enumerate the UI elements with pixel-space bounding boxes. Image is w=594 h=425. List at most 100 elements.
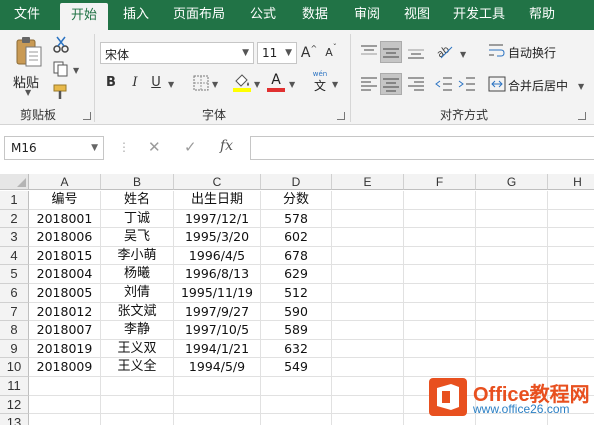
tab-page-layout[interactable]: 页面布局 xyxy=(164,0,234,30)
merge-center-button[interactable]: 合并后居中 xyxy=(508,77,568,94)
clipboard-dialog-launcher[interactable] xyxy=(83,112,91,120)
row-header-13[interactable]: 13 xyxy=(0,414,29,425)
column-header-h[interactable]: H xyxy=(548,174,594,190)
cell-e5[interactable] xyxy=(332,265,404,284)
cell-c2[interactable]: 1997/12/1 xyxy=(174,209,261,229)
cell-c5[interactable]: 1996/8/13 xyxy=(174,265,261,284)
cell-g2[interactable] xyxy=(476,209,548,229)
cell-d4[interactable]: 678 xyxy=(261,246,332,266)
cell-h3[interactable] xyxy=(548,228,594,247)
font-color-button[interactable]: A xyxy=(266,72,286,94)
cell-h2[interactable] xyxy=(548,210,594,229)
cell-b13[interactable] xyxy=(101,414,174,425)
cell-b6[interactable]: 刘倩 xyxy=(101,284,174,303)
cell-b5[interactable]: 杨曦 xyxy=(101,265,174,284)
cell-d2[interactable]: 578 xyxy=(261,209,332,229)
cell-c1[interactable]: 出生日期 xyxy=(174,191,261,210)
row-header-4[interactable]: 4 xyxy=(0,246,29,266)
cancel-icon[interactable]: ✕ xyxy=(148,138,161,156)
column-header-a[interactable]: A xyxy=(29,174,101,190)
cell-d11[interactable] xyxy=(261,377,332,396)
cell-e3[interactable] xyxy=(332,228,404,247)
align-middle-button[interactable] xyxy=(380,41,402,63)
cell-h9[interactable] xyxy=(548,340,594,359)
cell-c3[interactable]: 1995/3/20 xyxy=(174,228,261,247)
row-header-11[interactable]: 11 xyxy=(0,377,29,396)
tab-review[interactable]: 审阅 xyxy=(344,0,390,30)
cell-e12[interactable] xyxy=(332,395,404,415)
orientation-dropdown-arrow[interactable]: ▼ xyxy=(460,50,466,59)
phonetic-dropdown-arrow[interactable]: ▼ xyxy=(332,80,338,89)
cell-h6[interactable] xyxy=(548,284,594,303)
tab-data[interactable]: 数据 xyxy=(292,0,338,30)
cell-c11[interactable] xyxy=(174,377,261,396)
format-painter-icon[interactable] xyxy=(52,83,70,101)
cell-g5[interactable] xyxy=(476,265,548,284)
borders-dropdown-arrow[interactable]: ▼ xyxy=(212,80,218,89)
cell-e11[interactable] xyxy=(332,377,404,396)
cell-a11[interactable] xyxy=(29,377,101,396)
tab-help[interactable]: 帮助 xyxy=(520,0,564,30)
cell-a6[interactable]: 2018005 xyxy=(29,284,101,303)
cell-b2[interactable]: 丁诚 xyxy=(101,209,174,229)
tab-developer[interactable]: 开发工具 xyxy=(444,0,514,30)
cell-d6[interactable]: 512 xyxy=(261,284,332,303)
paste-button[interactable]: 粘贴 ▼ xyxy=(10,34,48,97)
underline-dropdown-arrow[interactable]: ▼ xyxy=(168,80,174,89)
cell-e7[interactable] xyxy=(332,302,404,322)
cell-g6[interactable] xyxy=(476,284,548,303)
borders-icon[interactable] xyxy=(193,75,209,91)
enter-icon[interactable]: ✓ xyxy=(184,138,197,156)
cell-b8[interactable]: 李静 xyxy=(101,321,174,340)
cell-c8[interactable]: 1997/10/5 xyxy=(174,321,261,340)
align-center-button[interactable] xyxy=(380,73,402,95)
insert-function-icon[interactable]: fx xyxy=(220,138,233,154)
alignment-dialog-launcher[interactable] xyxy=(578,112,586,120)
cell-c7[interactable]: 1997/9/27 xyxy=(174,302,261,322)
cell-d7[interactable]: 590 xyxy=(261,302,332,322)
cell-f1[interactable] xyxy=(404,191,476,210)
row-header-12[interactable]: 12 xyxy=(0,395,29,415)
underline-button[interactable]: U xyxy=(148,72,164,94)
cell-e8[interactable] xyxy=(332,321,404,340)
cell-g3[interactable] xyxy=(476,228,548,247)
cell-d1[interactable]: 分数 xyxy=(261,191,332,210)
tab-home[interactable]: 开始 xyxy=(60,3,108,30)
cell-a7[interactable]: 2018012 xyxy=(29,302,101,322)
cell-d12[interactable] xyxy=(261,395,332,415)
font-dialog-launcher[interactable] xyxy=(337,112,345,120)
cell-e2[interactable] xyxy=(332,209,404,229)
column-header-d[interactable]: D xyxy=(261,174,332,190)
cell-c10[interactable]: 1994/5/9 xyxy=(174,358,261,377)
cell-b3[interactable]: 吴飞 xyxy=(101,228,174,247)
align-top-icon[interactable] xyxy=(360,44,378,60)
cell-a2[interactable]: 2018001 xyxy=(29,209,101,229)
cell-e10[interactable] xyxy=(332,358,404,377)
fill-color-icon[interactable] xyxy=(232,72,252,92)
cell-d13[interactable] xyxy=(261,414,332,425)
formula-bar-grip[interactable]: ⋮ xyxy=(118,140,130,154)
increase-indent-icon[interactable] xyxy=(458,76,476,92)
row-header-6[interactable]: 6 xyxy=(0,284,29,303)
cell-a12[interactable] xyxy=(29,395,101,415)
cell-c13[interactable] xyxy=(174,414,261,425)
align-left-icon[interactable] xyxy=(360,76,378,92)
cell-c4[interactable]: 1996/4/5 xyxy=(174,246,261,266)
decrease-font-size-button[interactable]: Aˇ xyxy=(322,42,340,64)
italic-button[interactable]: I xyxy=(126,72,144,94)
cell-a3[interactable]: 2018006 xyxy=(29,228,101,247)
cell-h1[interactable] xyxy=(548,191,594,210)
cell-b9[interactable]: 王义双 xyxy=(101,339,174,359)
cell-f9[interactable] xyxy=(404,339,476,359)
font-size-select[interactable]: 11 ▼ xyxy=(257,42,297,64)
select-all-button[interactable] xyxy=(0,174,29,190)
column-header-e[interactable]: E xyxy=(332,174,404,190)
cell-f3[interactable] xyxy=(404,228,476,247)
cell-d3[interactable]: 602 xyxy=(261,228,332,247)
cell-b1[interactable]: 姓名 xyxy=(101,191,174,210)
cell-e6[interactable] xyxy=(332,284,404,303)
cell-a4[interactable]: 2018015 xyxy=(29,246,101,266)
align-bottom-icon[interactable] xyxy=(407,44,425,60)
cell-e1[interactable] xyxy=(332,191,404,210)
cell-d10[interactable]: 549 xyxy=(261,358,332,377)
